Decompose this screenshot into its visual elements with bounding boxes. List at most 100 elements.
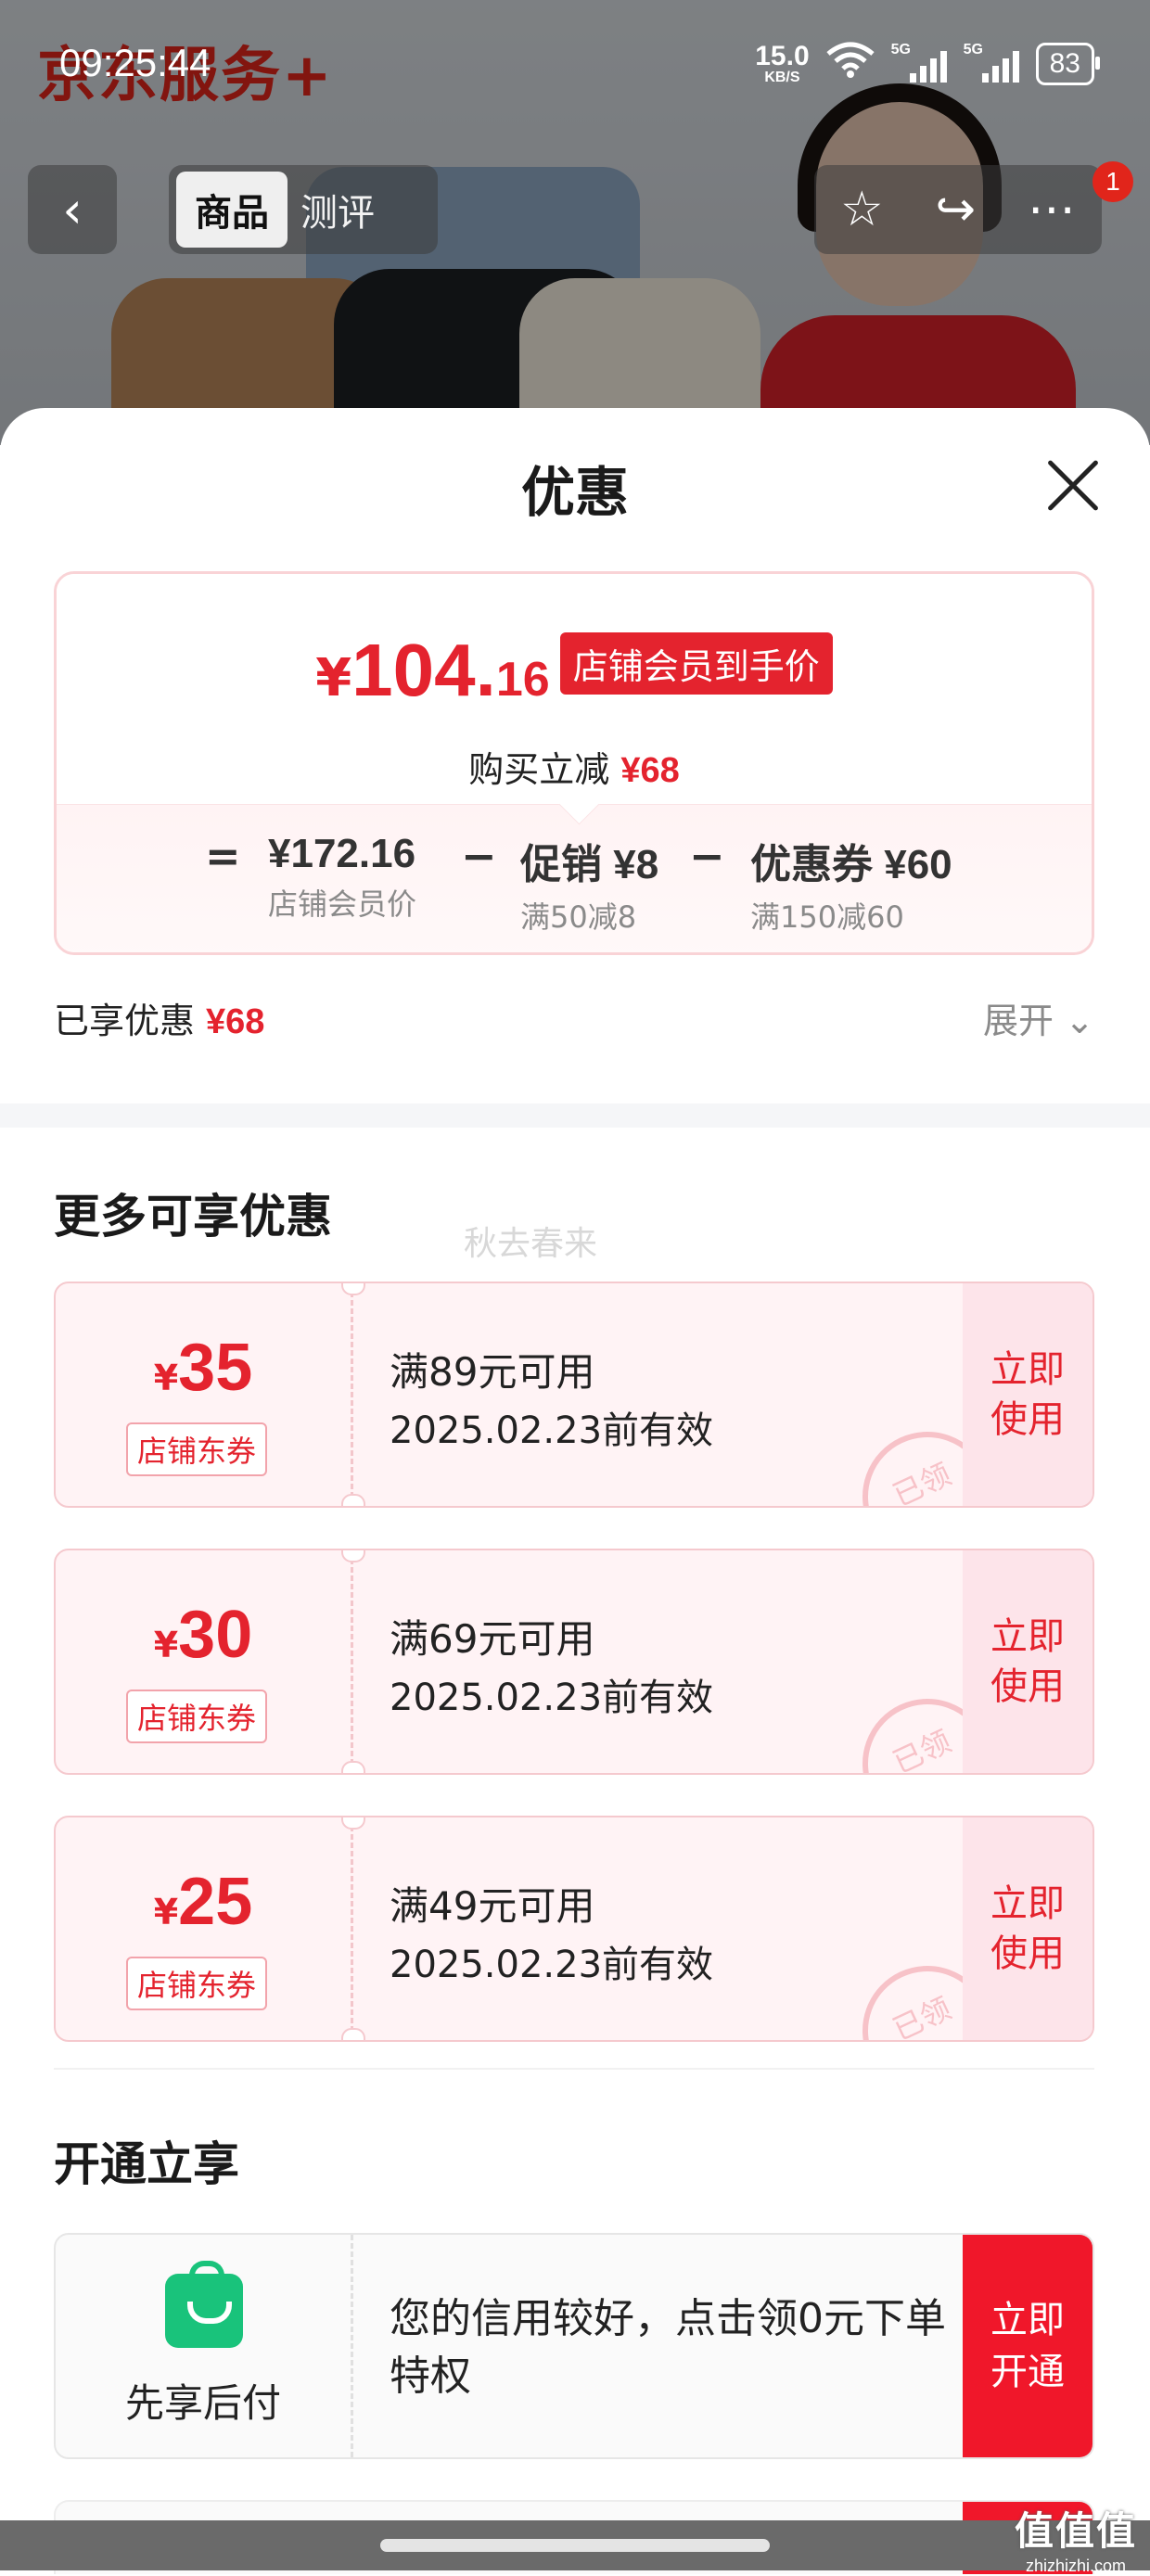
base-price-label: 店铺会员价 <box>268 886 417 922</box>
calc-base: ¥172.16 店铺会员价 <box>268 831 416 924</box>
coupon-notch <box>341 2028 365 2040</box>
price-breakdown: = ¥172.16 店铺会员价 − 促销 ¥8 满50减8 − 优惠券 ¥60 … <box>57 784 1092 952</box>
chevron-left-icon: ‹ <box>62 180 83 239</box>
coupon-amount-number: 35 <box>178 1331 253 1405</box>
share-icon[interactable]: ↪ <box>936 182 977 237</box>
coupon-value-panel: ¥35 店铺东券 <box>56 1283 353 1506</box>
price-decimal: 16 <box>495 653 550 707</box>
promo-label: 满50减8 <box>520 899 637 935</box>
equals-sign: = <box>205 831 241 881</box>
tab-review[interactable]: 测评 <box>300 183 375 236</box>
coupon-notch <box>341 1817 365 1830</box>
site-watermark-logo: 值值值 <box>1014 2508 1137 2554</box>
coupon-amount-number: 25 <box>178 1865 253 1939</box>
coupon-card: ¥25 店铺东券 满49元可用 2025.02.23前有效 已领 立即 使用 <box>54 1816 1094 2042</box>
more-discounts-title: 更多可享优惠 <box>54 1190 332 1243</box>
coupon-value-panel: ¥25 店铺东券 <box>56 1817 353 2040</box>
more-icon[interactable]: ⋯ <box>1028 182 1076 237</box>
expand-button[interactable]: 展开 ⌄ <box>983 992 1094 1043</box>
discount-sheet: 优惠 ¥104.16 店铺会员到手价 购买立减 ¥68 = ¥172.16 店铺… <box>0 408 1150 2574</box>
price-summary: ¥104.16 店铺会员到手价 购买立减 ¥68 <box>57 574 1092 804</box>
signal-bars-2-icon: 5G <box>963 42 1019 83</box>
use-now-button[interactable]: 立即 使用 <box>963 1817 1092 2040</box>
activate-now-button[interactable]: 立即 开通 <box>963 2235 1092 2457</box>
close-icon[interactable] <box>1042 454 1104 516</box>
coupon-type-badge: 店铺东券 <box>126 1422 268 1476</box>
coupon-amount: ¥25 <box>56 1864 351 1940</box>
coupon-notch <box>341 1283 365 1295</box>
back-button[interactable]: ‹ <box>28 165 117 254</box>
user-watermark: 秋去春来 <box>464 1225 598 1263</box>
price-reduction: 购买立减 ¥68 <box>57 741 1092 792</box>
star-icon[interactable]: ☆ <box>840 182 884 237</box>
use-now-button[interactable]: 立即 使用 <box>963 1283 1092 1506</box>
reduction-label: 购买立减 <box>468 749 610 790</box>
expand-label: 展开 <box>983 1001 1054 1041</box>
price-card: ¥104.16 店铺会员到手价 购买立减 ¥68 = ¥172.16 店铺会员价… <box>54 571 1094 955</box>
calc-coupon: 优惠券 ¥60 满150减60 <box>750 831 952 937</box>
calc-minus-1: − <box>461 831 497 881</box>
final-price: ¥104.16 店铺会员到手价 <box>57 628 1092 713</box>
coupon-condition: 满69元可用 <box>390 1616 595 1662</box>
enjoyed-label: 已享优惠 <box>54 1001 196 1041</box>
pay-later-card: 先享后付 您的信用较好，点击领0元下单特权 立即 开通 <box>54 2233 1094 2459</box>
signal-bars-1-icon: 5G <box>890 42 947 83</box>
coupon-validity: 2025.02.23前有效 <box>390 1944 714 1986</box>
price-currency: ¥ <box>315 648 352 708</box>
chevron-down-icon: ⌄ <box>1065 1001 1094 1041</box>
pay-later-panel: 先享后付 <box>56 2235 353 2457</box>
nav-actions: ☆ ↪ ⋯ <box>814 165 1102 254</box>
enjoyed-amount: ¥68 <box>206 1002 265 1041</box>
coupon-amount-number: 30 <box>178 1598 253 1672</box>
home-indicator[interactable] <box>380 2539 770 2552</box>
section-divider <box>0 1103 1150 1128</box>
status-indicators: 15.0 KB/S 5G 5G 83 <box>755 41 1101 87</box>
coupon-card: ¥35 店铺东券 满89元可用 2025.02.23前有效 已领 立即 使用 <box>54 1282 1094 1508</box>
site-watermark-url: zhizhizhi.com <box>1025 2557 1127 2575</box>
enjoyed-discount-row: 已享优惠 ¥68 展开 ⌄ <box>54 992 1094 1048</box>
site-watermark: 值值值 zhizhizhi.com <box>1015 2500 1137 2576</box>
coupon-validity: 2025.02.23前有效 <box>390 1409 714 1452</box>
coupon-value: 优惠券 ¥60 <box>750 842 952 887</box>
coupon-condition: 满49元可用 <box>390 1883 595 1929</box>
sheet-title: 优惠 <box>520 461 629 524</box>
net-speed-unit: KB/S <box>764 70 800 85</box>
status-time: 09:25:44 <box>59 41 211 84</box>
reduction-amount: ¥68 <box>620 751 680 790</box>
coupon-amount: ¥30 <box>56 1597 351 1673</box>
signal-2-label: 5G <box>963 42 983 57</box>
use-now-button[interactable]: 立即 使用 <box>963 1550 1092 1773</box>
price-tag-badge: 店铺会员到手价 <box>559 632 833 695</box>
calc-minus-2: − <box>689 831 725 881</box>
net-speed-value: 15.0 <box>755 41 810 71</box>
coupon-type-badge: 店铺东券 <box>126 1690 268 1743</box>
coupon-yen: ¥ <box>153 1892 179 1932</box>
coupon-condition: 满89元可用 <box>390 1349 595 1395</box>
base-price-value: ¥172.16 <box>268 831 416 876</box>
price-integer: 104. <box>351 629 496 711</box>
coupon-notch <box>341 1494 365 1506</box>
product-tabs: 商品 测评 <box>169 165 438 254</box>
coupon-card: ¥30 店铺东券 满69元可用 2025.02.23前有效 已领 立即 使用 <box>54 1549 1094 1775</box>
minus-sign: − <box>461 831 497 881</box>
battery-icon: 83 <box>1035 43 1101 85</box>
coupon-validity: 2025.02.23前有效 <box>390 1677 714 1719</box>
coupon-notch <box>341 1761 365 1773</box>
coupon-type-badge: 店铺东券 <box>126 1957 268 2010</box>
pay-later-description: 您的信用较好，点击领0元下单特权 <box>390 2295 946 2400</box>
notification-badge: 1 <box>1092 161 1133 202</box>
promo-value: 促销 ¥8 <box>520 842 659 887</box>
section-divider <box>54 2068 1094 2070</box>
shopping-bag-icon <box>165 2261 243 2348</box>
tab-product[interactable]: 商品 <box>176 172 288 248</box>
coupon-label: 满150减60 <box>750 899 904 935</box>
minus-sign: − <box>689 831 725 881</box>
net-speed: 15.0 KB/S <box>755 43 809 85</box>
signal-1-label: 5G <box>890 42 911 57</box>
coupon-yen: ¥ <box>153 1625 179 1665</box>
coupon-notch <box>341 1550 365 1562</box>
coupon-value-panel: ¥30 店铺东券 <box>56 1550 353 1773</box>
pay-later-name: 先享后付 <box>124 2380 281 2426</box>
coupon-yen: ¥ <box>153 1358 179 1398</box>
wifi-icon <box>826 41 875 87</box>
